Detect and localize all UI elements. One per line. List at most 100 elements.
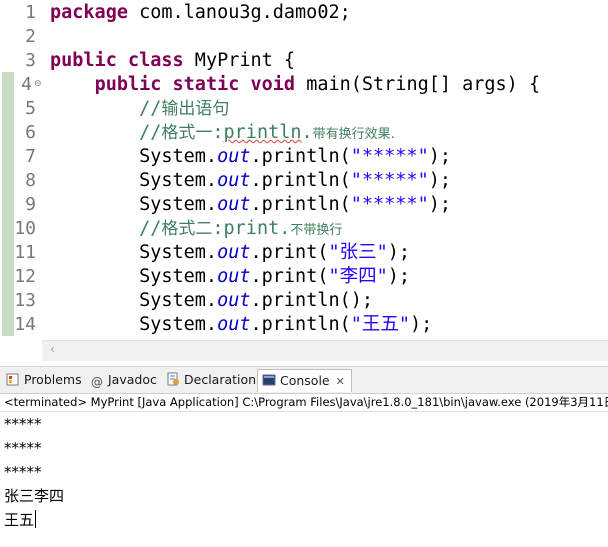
tab-javadoc-label: Javadoc xyxy=(108,372,157,387)
code-token: .println( xyxy=(250,146,351,167)
line-number: 7 xyxy=(25,146,36,167)
console-output-line: ***** xyxy=(4,412,42,436)
code-token: 不带换行 xyxy=(290,223,343,238)
javadoc-icon: @ xyxy=(91,375,103,389)
code-token: out xyxy=(217,242,251,263)
code-token: System. xyxy=(50,266,218,287)
code-token: System. xyxy=(50,314,218,335)
code-token: out xyxy=(217,170,251,191)
console-output-text: 张三李四 xyxy=(4,487,65,505)
code-line[interactable]: System.out.print("张三"); xyxy=(50,241,410,265)
code-token: "*****" xyxy=(350,170,429,191)
code-token: 输出语句 xyxy=(161,99,230,119)
code-token: ); xyxy=(387,266,411,287)
console-output-text: ***** xyxy=(4,439,42,457)
code-token: // xyxy=(139,98,162,119)
line-number: 14 xyxy=(14,314,36,335)
code-line[interactable]: System.out.println("*****"); xyxy=(50,145,451,169)
code-token: System. xyxy=(50,170,218,191)
code-token: main(String[] args) { xyxy=(295,74,541,95)
code-token: System. xyxy=(50,194,218,215)
code-token: out xyxy=(217,314,251,335)
code-editor[interactable]: 1 2 3 4 5 6 7 8 9 10 11 12 13 14 ⊖ package com.lanou3… xyxy=(0,0,608,340)
code-line[interactable]: System.out.println(); xyxy=(50,289,373,313)
close-icon[interactable]: ✕ xyxy=(336,375,345,388)
code-line[interactable]: package com.lanou3g.damo02; xyxy=(50,1,351,25)
code-token: public xyxy=(50,50,117,71)
console-output-line: ***** xyxy=(4,460,42,484)
code-token: MyPrint { xyxy=(183,50,296,71)
code-line[interactable]: System.out.println("王五"); xyxy=(50,313,432,337)
code-token: ); xyxy=(428,170,451,191)
line-number: 2 xyxy=(25,26,36,47)
code-line[interactable]: public static void main(String[] args) { xyxy=(50,73,541,97)
tab-problems[interactable]: Problems xyxy=(2,369,88,391)
tab-problems-label: Problems xyxy=(24,372,82,387)
console-status-line: <terminated> MyPrint [Java Application] … xyxy=(0,393,608,412)
code-token: .println( xyxy=(250,194,351,215)
code-token: ); xyxy=(410,314,433,335)
console-output[interactable]: ***** ***** ***** 张三李四王五 xyxy=(0,412,608,547)
declaration-icon xyxy=(167,372,179,386)
code-token: 格式一 xyxy=(161,123,213,143)
code-token: . xyxy=(301,122,313,143)
code-line[interactable]: System.out.println("*****"); xyxy=(50,169,451,193)
code-token: .println(); xyxy=(250,290,374,311)
code-line[interactable]: System.out.print("李四"); xyxy=(50,265,410,289)
code-token: 格式二 xyxy=(161,219,213,239)
line-number: 13 xyxy=(14,290,36,311)
code-token: System. xyxy=(50,290,218,311)
code-token: "王五" xyxy=(350,314,411,335)
code-line[interactable]: public class MyPrint { xyxy=(50,49,295,73)
code-line[interactable]: //输出语句 xyxy=(50,97,229,121)
tab-console-label: Console xyxy=(280,373,330,388)
code-token: public xyxy=(94,74,162,95)
code-token: com.lanou3g.damo02; xyxy=(127,2,351,23)
code-line[interactable]: //格式一:println.带有换行效果. xyxy=(50,121,395,145)
code-line[interactable]: System.out.println("*****"); xyxy=(50,193,451,217)
line-number: 12 xyxy=(14,266,36,287)
line-number: 3 xyxy=(25,50,36,71)
code-token: .print( xyxy=(250,242,329,263)
code-line[interactable]: //格式二:print.不带换行 xyxy=(50,217,342,241)
line-number: 5 xyxy=(25,98,36,119)
code-token: out xyxy=(217,290,251,311)
code-token: 带有换行效果. xyxy=(312,127,395,142)
tab-console[interactable]: Console ✕ xyxy=(257,369,352,392)
console-output-line: ***** xyxy=(4,436,42,460)
code-token: System. xyxy=(50,146,218,167)
horizontal-scrollbar[interactable]: ‹ xyxy=(42,340,608,361)
code-token: ); xyxy=(428,146,451,167)
line-number: 1 xyxy=(25,2,36,23)
code-token: System. xyxy=(50,242,218,263)
line-number: 11 xyxy=(14,242,36,263)
code-token: out xyxy=(217,266,251,287)
console-output-text: ***** xyxy=(4,463,42,481)
console-output-line: 张三李四 xyxy=(4,484,64,508)
text-caret xyxy=(35,510,37,528)
line-number: 8 xyxy=(25,170,36,191)
scroll-left-icon[interactable]: ‹ xyxy=(50,342,55,356)
code-token: ); xyxy=(428,194,451,215)
code-token: // xyxy=(139,122,162,143)
code-token: void xyxy=(250,74,296,95)
code-token: "李四" xyxy=(328,266,388,287)
console-output-text: 王五 xyxy=(4,511,35,529)
code-token: :print. xyxy=(212,218,291,239)
code-token: ); xyxy=(387,242,411,263)
change-ruler xyxy=(2,72,14,336)
code-token: .println( xyxy=(250,314,351,335)
tab-declaration[interactable]: Declaration xyxy=(162,369,262,391)
fold-collapse-icon[interactable]: ⊖ xyxy=(34,72,42,96)
line-number-gutter: 1 2 3 4 5 6 7 8 9 10 11 12 13 14 ⊖ xyxy=(0,0,42,340)
line-number: 10 xyxy=(14,218,36,239)
code-token: out xyxy=(217,146,251,167)
tab-javadoc[interactable]: @ Javadoc xyxy=(86,369,163,391)
